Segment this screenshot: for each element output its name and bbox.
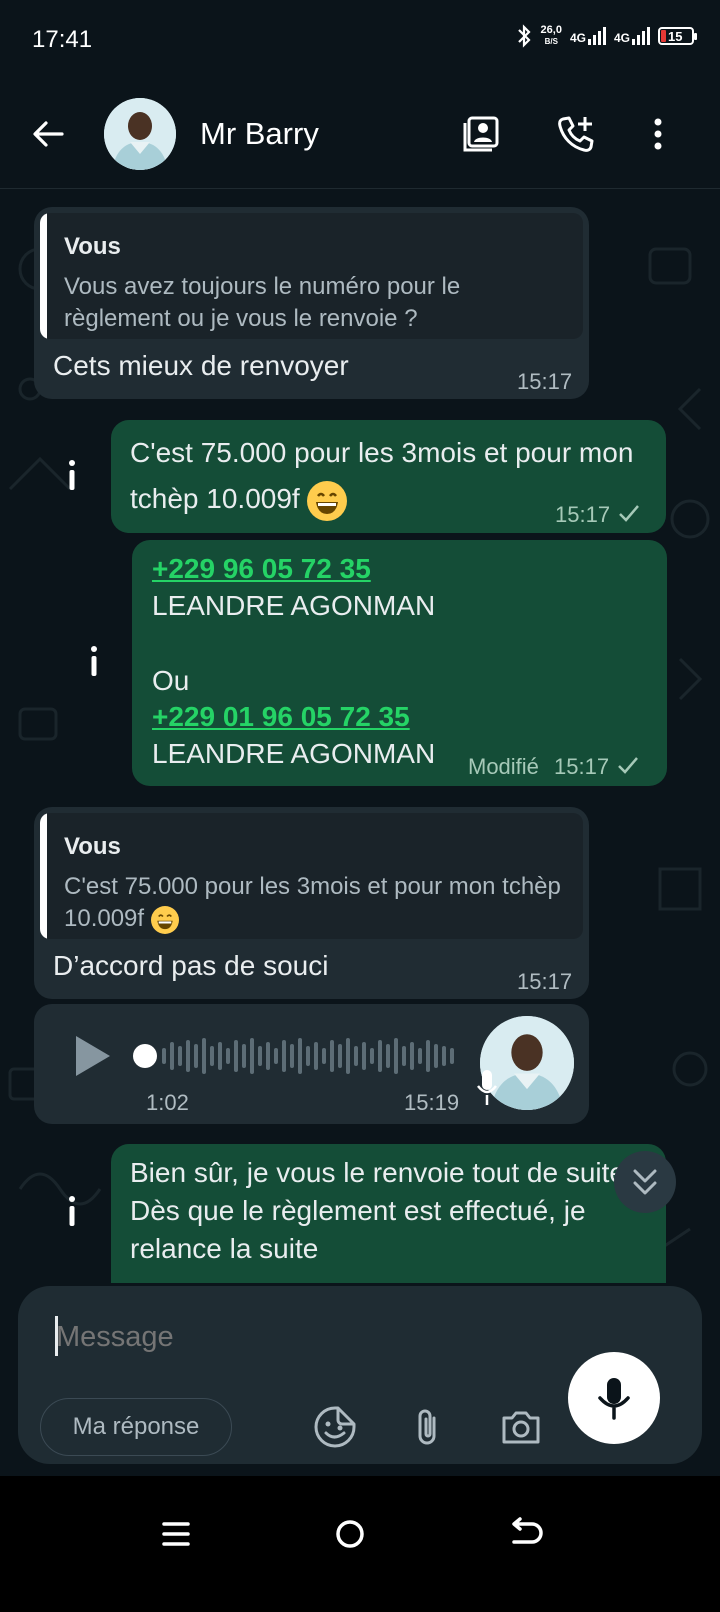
message-text: Bien sûr, je vous le renvoie tout de sui…	[130, 1157, 633, 1264]
battery-icon: 15	[658, 27, 697, 45]
sent-check-icon	[618, 757, 638, 774]
grinning-emoji-icon	[307, 480, 348, 521]
quick-reply-chip[interactable]: Ma réponse	[40, 1398, 232, 1456]
recent-apps-icon[interactable]	[152, 1510, 200, 1558]
chat-area[interactable]: Vous Vous avez toujours le numéro pour l…	[0, 189, 720, 1283]
voice-waveform[interactable]	[132, 1034, 462, 1078]
phone-link[interactable]: +229 96 05 72 35	[152, 550, 371, 588]
grinning-emoji-icon	[150, 905, 179, 934]
message-outgoing[interactable]: Bien sûr, je vous le renvoie tout de sui…	[111, 1144, 666, 1283]
contact-name[interactable]: Mr Barry	[200, 116, 319, 152]
home-icon[interactable]	[326, 1510, 374, 1558]
network-speed: 26,0 B/S	[540, 24, 562, 47]
play-icon[interactable]	[70, 1032, 114, 1080]
message-text: LEANDRE AGONMAN	[152, 590, 436, 621]
system-nav-bar	[0, 1476, 720, 1612]
info-icon[interactable]	[62, 455, 82, 495]
contact-card-icon[interactable]	[460, 112, 504, 156]
composer: Ma réponse	[18, 1286, 702, 1464]
signal-bars-icon	[587, 27, 606, 45]
double-chevron-down-icon	[633, 1169, 657, 1195]
add-call-icon[interactable]	[554, 112, 598, 156]
text-cursor	[55, 1316, 58, 1356]
signal-2: 4G	[614, 27, 650, 45]
edited-label: Modifié	[468, 754, 539, 779]
quote-text: Vous avez toujours le numéro pour le règ…	[64, 273, 461, 332]
quoted-message[interactable]: Vous Vous avez toujours le numéro pour l…	[40, 213, 583, 339]
clock: 17:41	[32, 26, 93, 53]
message-incoming[interactable]: Vous Vous avez toujours le numéro pour l…	[34, 207, 589, 399]
message-time: 15:17	[555, 502, 611, 527]
quote-author: Vous	[64, 833, 121, 860]
more-vert-icon[interactable]	[636, 112, 680, 156]
info-icon[interactable]	[62, 1191, 82, 1231]
scroll-to-bottom-button[interactable]	[614, 1151, 676, 1213]
quote-text: C'est 75.000 pour les 3mois et pour mon …	[64, 873, 561, 934]
mic-icon	[598, 1378, 630, 1420]
message-text: Cets mieux de renvoyer	[53, 350, 349, 381]
quote-author: Vous	[64, 233, 121, 260]
sticker-icon[interactable]	[312, 1404, 358, 1450]
bluetooth-icon	[517, 24, 531, 48]
message-incoming[interactable]: Vous C'est 75.000 pour les 3mois et pour…	[34, 807, 589, 999]
camera-icon[interactable]	[498, 1404, 544, 1450]
avatar[interactable]	[104, 98, 176, 170]
quoted-message[interactable]: Vous C'est 75.000 pour les 3mois et pour…	[40, 813, 583, 939]
message-time: 15:17	[517, 369, 573, 394]
back-nav-icon[interactable]	[502, 1510, 550, 1558]
message-text: D’accord pas de souci	[53, 950, 329, 981]
status-icons: 26,0 B/S 4G 4G 15	[515, 24, 697, 48]
message-time: 15:17	[517, 969, 573, 994]
status-bar: 17:41 26,0 B/S 4G 4G 15	[0, 0, 720, 80]
attach-icon[interactable]	[404, 1404, 450, 1450]
message-text: Ou	[152, 665, 190, 696]
chat-header: Mr Barry	[0, 80, 720, 189]
message-outgoing[interactable]: C'est 75.000 pour les 3mois et pour mon …	[111, 420, 666, 533]
voice-record-button[interactable]	[568, 1352, 660, 1444]
signal-1: 4G	[570, 27, 606, 45]
message-text: LEANDRE AGONMAN	[152, 738, 436, 769]
voice-message[interactable]: 1:02 15:19	[34, 1004, 589, 1124]
mic-icon	[477, 1070, 497, 1105]
phone-link[interactable]: +229 01 96 05 72 35	[152, 698, 410, 736]
voice-duration: 1:02	[146, 1090, 189, 1115]
message-time: 15:17	[554, 754, 610, 779]
info-icon[interactable]	[84, 641, 104, 681]
back-arrow-icon[interactable]	[28, 114, 68, 154]
message-outgoing[interactable]: +229 96 05 72 35 LEANDRE AGONMAN Ou +229…	[132, 540, 667, 786]
message-time: 15:19	[404, 1090, 460, 1115]
sent-check-icon	[619, 505, 639, 522]
signal-bars-icon	[632, 27, 650, 45]
